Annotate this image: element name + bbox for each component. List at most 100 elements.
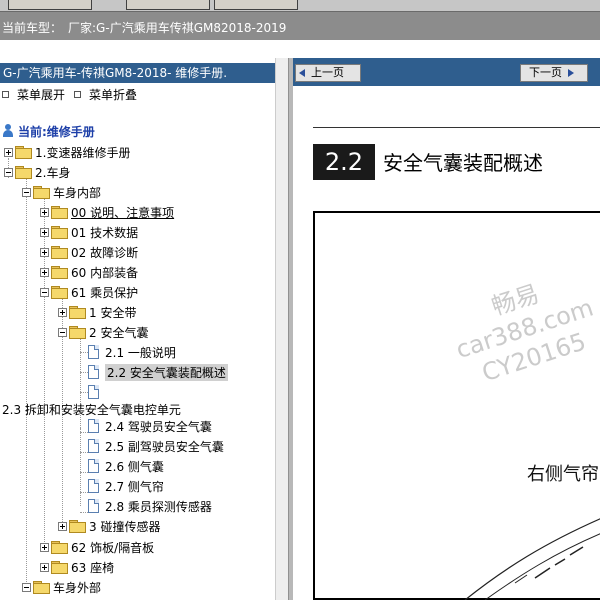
expand-all-button[interactable]: 菜单展开 (2, 86, 65, 103)
tree-item-tech-data[interactable]: 01 技术数据 (40, 222, 138, 242)
tree-item-label[interactable]: 2.车身 (35, 164, 70, 181)
tree-item-label[interactable]: 01 技术数据 (71, 224, 138, 241)
section-number: 2.2 (313, 144, 375, 180)
vehicle-info: 当前车型： 厂家:G-广汽乘用车传祺GM82018-2019 (2, 19, 286, 36)
tree-item-label[interactable]: 2 安全气囊 (89, 324, 148, 341)
document-icon (88, 365, 99, 379)
expand-icon[interactable] (58, 521, 67, 531)
expand-icon[interactable] (40, 562, 49, 572)
expand-icon[interactable] (58, 307, 67, 317)
tree-item-seats[interactable]: 63 座椅 (40, 557, 114, 577)
tree-item-interior-equipment[interactable]: 60 内部装备 (40, 262, 138, 282)
tree-item-label[interactable]: 63 座椅 (71, 559, 114, 576)
collapse-icon[interactable] (22, 582, 31, 592)
tree-item-label[interactable]: 2.8 乘员探测传感器 (105, 498, 212, 515)
folder-icon (51, 541, 68, 554)
tree-item-label[interactable]: 车身内部 (53, 184, 101, 201)
tree-item-label[interactable]: 2.5 副驾驶员安全气囊 (105, 438, 224, 455)
expand-all-label: 菜单展开 (17, 88, 66, 102)
tree-item-label[interactable]: 3 碰撞传感器 (89, 518, 160, 535)
expand-all-icon (2, 91, 9, 98)
tree-item-body[interactable]: 2.车身 (4, 162, 70, 182)
tree-item-label[interactable]: 02 故障诊断 (71, 244, 138, 261)
document-icon (88, 439, 99, 453)
tree-item-label[interactable]: 车身外部 (53, 579, 101, 596)
folder-open-icon (51, 286, 68, 299)
tree-item-general-description[interactable]: 2.1 一般说明 (88, 342, 176, 362)
tree-item-label[interactable]: 2.1 一般说明 (105, 344, 176, 361)
tree-guide (80, 428, 81, 506)
folder-icon (15, 146, 32, 159)
tree-item-label[interactable]: 1.变速器维修手册 (35, 144, 130, 161)
collapse-all-button[interactable]: 菜单折叠 (74, 86, 137, 103)
top-bar: 当前车型： 厂家:G-广汽乘用车传祺GM82018-2019 (0, 0, 600, 40)
tree-item-notes[interactable]: 00 说明、注意事项 (40, 202, 174, 222)
tree-item-driver-airbag[interactable]: 2.4 驾驶员安全气囊 (88, 416, 212, 436)
folder-open-icon (33, 186, 50, 199)
toolbar-button-1[interactable] (8, 0, 92, 10)
tree-item-occupant-protection[interactable]: 61 乘员保护 (40, 282, 138, 302)
section-title: 安全气囊装配概述 (383, 151, 543, 175)
tree-item-transmission[interactable]: 1.变速器维修手册 (4, 142, 130, 162)
tree-item-diagnosis[interactable]: 02 故障诊断 (40, 242, 138, 262)
tree-item-airbag-assembly-overview[interactable]: 2.2 安全气囊装配概述 (88, 362, 228, 382)
tree-item-interior[interactable]: 车身内部 (22, 182, 101, 202)
collapse-icon[interactable] (22, 187, 31, 197)
document-icon (88, 499, 99, 513)
arrow-left-icon (299, 69, 305, 77)
folder-open-icon (33, 581, 50, 594)
current-location-label: 当前:维修手册 (18, 124, 95, 139)
next-page-label: 下一页 (529, 66, 562, 79)
prev-page-button[interactable]: 上一页 (295, 64, 361, 82)
diagram-frame (313, 211, 600, 600)
collapse-all-label: 菜单折叠 (89, 88, 138, 102)
tree-item-label[interactable]: 00 说明、注意事项 (71, 204, 174, 221)
folder-icon (69, 306, 86, 319)
tree-item-label[interactable]: 2.3 拆卸和安装安全气囊电控单元 (2, 401, 181, 418)
tree-item-passenger-airbag[interactable]: 2.5 副驾驶员安全气囊 (88, 436, 224, 456)
tree-item-side-airbag[interactable]: 2.6 侧气囊 (88, 456, 164, 476)
tree-guide (80, 492, 88, 493)
tree-item-occupant-sensor[interactable]: 2.8 乘员探测传感器 (88, 496, 212, 516)
expand-icon[interactable] (40, 227, 49, 237)
tree-item-label[interactable]: 1 安全带 (89, 304, 136, 321)
tree-item-exterior[interactable]: 车身外部 (22, 577, 101, 597)
tree-guide (26, 178, 27, 588)
next-page-button[interactable]: 下一页 (520, 64, 588, 82)
toolbar-button-3[interactable] (214, 0, 298, 10)
document-icon (88, 479, 99, 493)
folder-open-icon (69, 326, 86, 339)
arrow-right-icon (568, 69, 574, 77)
expand-icon[interactable] (40, 267, 49, 277)
toolbar-button-2[interactable] (126, 0, 210, 10)
expand-icon[interactable] (4, 147, 13, 157)
expand-icon[interactable] (40, 207, 49, 217)
tree-item-label[interactable]: 2.2 安全气囊装配概述 (105, 363, 228, 381)
expand-icon[interactable] (40, 247, 49, 257)
tree-item-trim-panel[interactable]: 62 饰板/隔音板 (40, 537, 154, 557)
tree-item-side-curtain[interactable]: 2.7 侧气帘 (88, 476, 164, 496)
document-icon (88, 385, 99, 399)
tree-item-label[interactable]: 2.4 驾驶员安全气囊 (105, 418, 212, 435)
tree-item-label[interactable]: 2.7 侧气帘 (105, 478, 164, 495)
tree-item-label[interactable]: 61 乘员保护 (71, 284, 138, 301)
folder-icon (51, 206, 68, 219)
expand-icon[interactable] (40, 542, 49, 552)
tree-item-crash-sensor[interactable]: 3 碰撞传感器 (58, 516, 160, 536)
folder-icon (51, 226, 68, 239)
tree-item-seat-belt[interactable]: 1 安全带 (58, 302, 136, 322)
document-icon (88, 345, 99, 359)
navigation-panel: G-广汽乘用车-传祺GM8-2018- 维修手册. 菜单展开 菜单折叠 当前:维… (0, 58, 292, 600)
collapse-icon[interactable] (58, 327, 67, 337)
folder-icon (51, 246, 68, 259)
tree-item-label[interactable]: 2.6 侧气囊 (105, 458, 164, 475)
tree-guide (80, 512, 88, 513)
tree-guide (80, 452, 88, 453)
diagram-caption: 右侧气帘 (527, 464, 599, 485)
tree-item-label[interactable]: 62 饰板/隔音板 (71, 539, 154, 556)
tree-guide (80, 432, 88, 433)
collapse-icon[interactable] (40, 287, 49, 297)
tree-item-label[interactable]: 60 内部装备 (71, 264, 138, 281)
tree-item-airbag[interactable]: 2 安全气囊 (58, 322, 148, 342)
collapse-icon[interactable] (4, 167, 13, 177)
